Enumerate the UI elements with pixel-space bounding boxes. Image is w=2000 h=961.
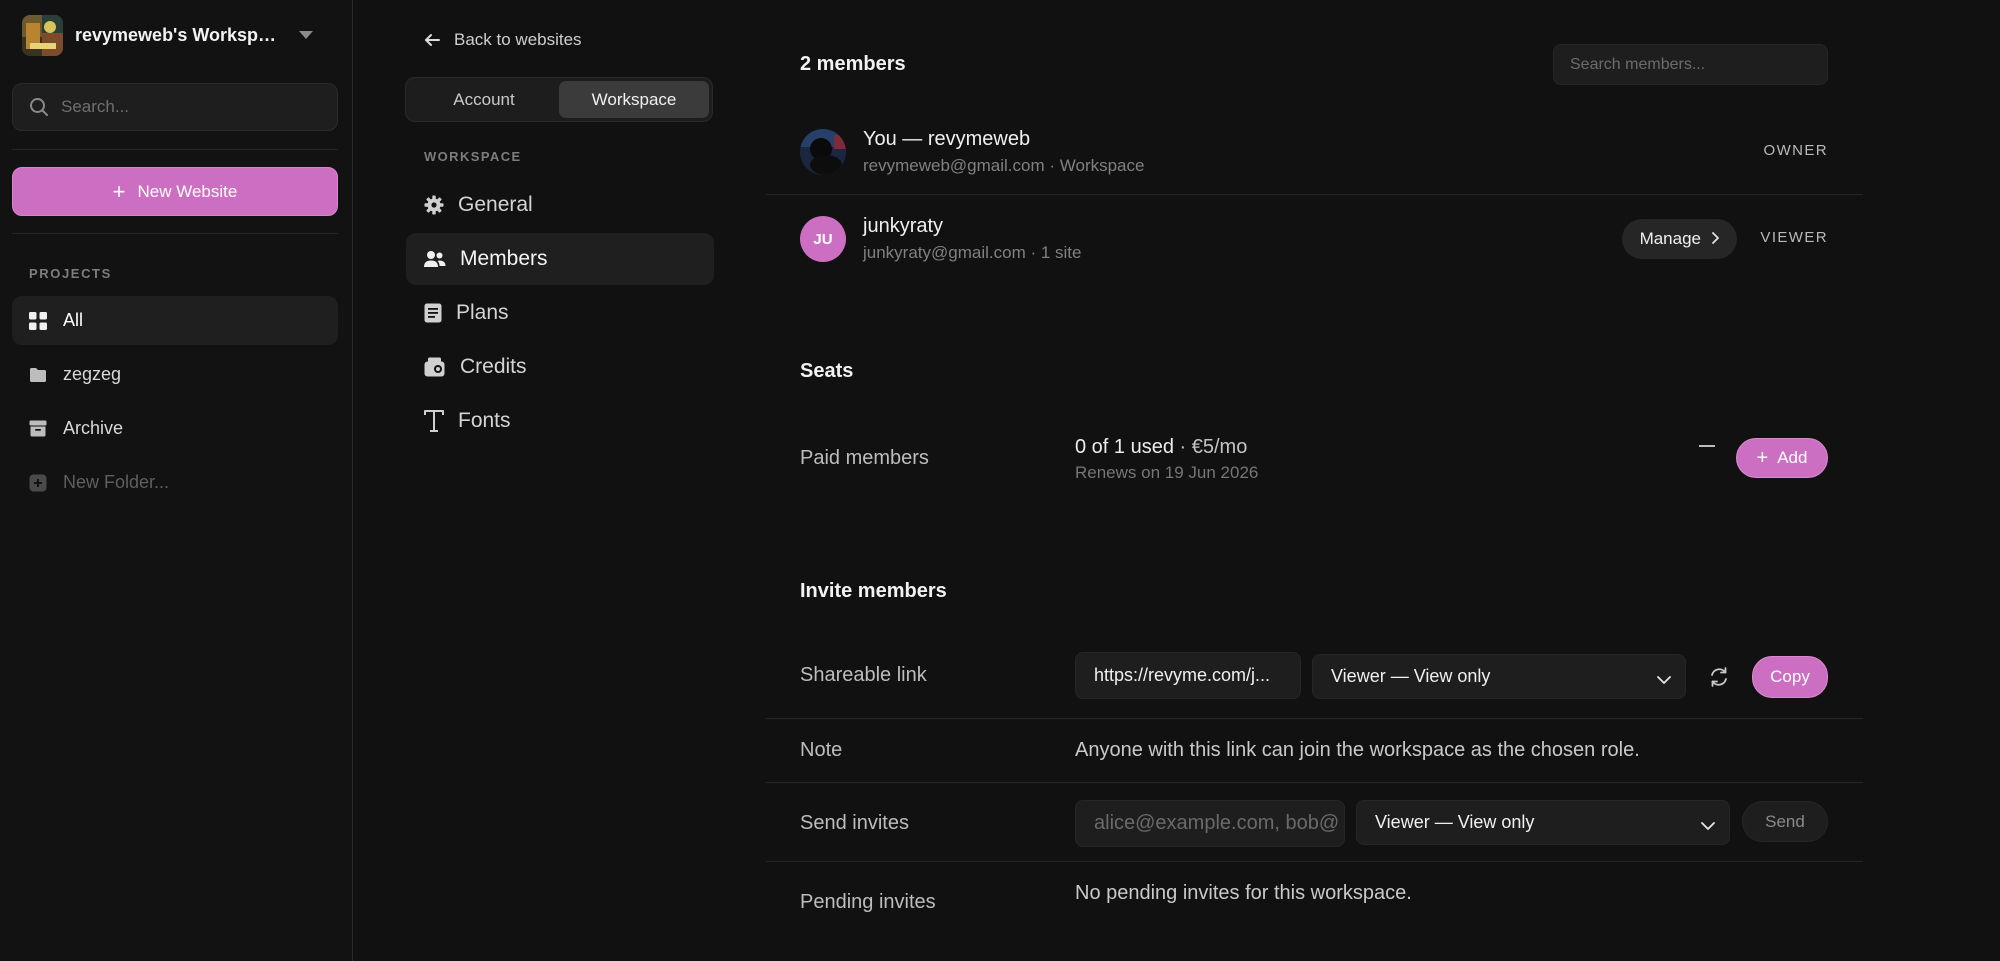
send-invites-label: Send invites: [800, 812, 909, 834]
sidebar-search-input[interactable]: [61, 97, 311, 117]
tab-account[interactable]: Account: [409, 81, 559, 118]
role-badge: VIEWER: [1760, 229, 1828, 246]
settings-item-label: General: [458, 193, 533, 216]
send-invites-button[interactable]: Send: [1742, 801, 1828, 842]
settings-item-credits[interactable]: Credits: [406, 341, 714, 393]
paid-members-label: Paid members: [800, 447, 929, 469]
new-website-label: New Website: [137, 181, 238, 201]
note-label: Note: [800, 739, 843, 761]
member-name: You — revymeweb: [863, 128, 1031, 150]
settings-item-members[interactable]: Members: [406, 233, 714, 285]
manage-label: Manage: [1639, 229, 1701, 248]
workspace-name: revymeweb's Workspac...: [75, 24, 285, 45]
pending-invites-label: Pending invites: [800, 891, 936, 913]
folder-icon: [30, 367, 46, 382]
sidebar-item-label: Archive: [63, 418, 124, 438]
workspace-switcher[interactable]: revymeweb's Workspac...: [22, 14, 332, 56]
divider: [766, 782, 1863, 783]
link-role-select[interactable]: Viewer — View only: [1312, 654, 1686, 699]
add-seat-button[interactable]: + Add: [1736, 438, 1828, 478]
member-email: junkyraty@gmail.com · 1 site: [863, 243, 1082, 262]
seats-usage: 0 of 1 used · €5/mo: [1075, 436, 1247, 459]
sidebar-item-label: zegzeg: [63, 364, 122, 384]
members-count-heading: 2 members: [800, 53, 906, 75]
invite-role-select[interactable]: Viewer — View only: [1356, 800, 1730, 845]
archive-icon: [29, 420, 47, 437]
invite-role-value: Viewer — View only: [1375, 812, 1535, 832]
new-website-button[interactable]: + New Website: [12, 167, 338, 216]
divider: [766, 861, 1863, 862]
shareable-link-label: Shareable link: [800, 664, 927, 686]
settings-item-plans[interactable]: Plans: [406, 287, 714, 339]
invite-emails-input[interactable]: [1075, 800, 1345, 847]
sidebar-item-label: All: [63, 310, 84, 330]
regenerate-link-button[interactable]: [1708, 666, 1730, 688]
remove-seat-button[interactable]: [1699, 445, 1715, 447]
seats-renewal: Renews on 19 Jun 2026: [1075, 463, 1259, 482]
plus-icon: +: [112, 178, 126, 204]
member-name: junkyraty: [863, 215, 944, 237]
divider: [12, 233, 338, 234]
back-link-label: Back to websites: [454, 30, 582, 49]
plus-icon: +: [1756, 447, 1769, 469]
settings-item-label: Fonts: [458, 409, 511, 432]
member-email: revymeweb@gmail.com · Workspace: [863, 156, 1145, 175]
avatar: [800, 129, 846, 175]
divider: [766, 718, 1863, 719]
add-seat-label: Add: [1777, 448, 1808, 467]
add-folder-icon: [29, 474, 47, 491]
note-text: Anyone with this link can join the works…: [1075, 739, 1640, 761]
member-search-input[interactable]: [1553, 44, 1828, 85]
search-icon: [30, 98, 48, 116]
member-row: You — revymeweb revymeweb@gmail.com · Wo…: [800, 128, 1828, 176]
wallet-icon: [424, 357, 445, 377]
back-to-websites-link[interactable]: Back to websites: [424, 30, 582, 50]
divider: [12, 149, 338, 150]
settings-item-label: Plans: [456, 301, 509, 324]
new-folder-button[interactable]: New Folder...: [12, 458, 338, 507]
workspace-avatar: [22, 14, 63, 56]
type-icon: [424, 410, 444, 432]
seats-heading: Seats: [800, 360, 854, 382]
chevron-down-icon: [1657, 669, 1671, 690]
settings-item-label: Members: [460, 247, 548, 270]
settings-item-general[interactable]: General: [406, 179, 714, 231]
document-icon: [424, 303, 442, 323]
settings-item-label: Credits: [460, 355, 527, 378]
settings-item-fonts[interactable]: Fonts: [406, 395, 714, 447]
role-badge: OWNER: [1763, 142, 1828, 159]
chevron-right-icon: [1711, 231, 1719, 247]
sidebar-item-zegzeg[interactable]: zegzeg: [12, 350, 338, 399]
gear-icon: [424, 195, 444, 215]
manage-member-button[interactable]: Manage: [1621, 219, 1737, 259]
member-row: JU junkyraty junkyraty@gmail.com · 1 sit…: [800, 215, 1828, 263]
link-role-value: Viewer — View only: [1331, 666, 1491, 686]
projects-label: PROJECTS: [29, 266, 112, 281]
grid-icon: [29, 311, 47, 330]
seats-used: 0 of 1 used: [1075, 436, 1174, 458]
avatar: JU: [800, 216, 846, 262]
workspace-section-label: WORKSPACE: [424, 149, 522, 164]
arrow-left-icon: [425, 34, 440, 46]
seats-price: · €5/mo: [1179, 436, 1248, 458]
copy-link-button[interactable]: Copy: [1752, 656, 1828, 698]
chevron-down-icon: [1701, 815, 1715, 836]
divider: [766, 194, 1863, 195]
settings-scope-toggle: Account Workspace: [405, 77, 713, 122]
sidebar-item-label: New Folder...: [63, 472, 170, 492]
pending-invites-empty: No pending invites for this workspace.: [1075, 882, 1412, 904]
sidebar-item-all[interactable]: All: [12, 296, 338, 345]
invite-heading: Invite members: [800, 580, 947, 602]
tab-workspace[interactable]: Workspace: [559, 81, 709, 118]
sidebar-item-archive[interactable]: Archive: [12, 404, 338, 453]
refresh-icon: [1711, 667, 1727, 687]
caret-down-icon[interactable]: [299, 31, 313, 39]
shareable-link-field[interactable]: [1075, 652, 1301, 699]
sidebar-search[interactable]: [12, 83, 338, 131]
sidebar: revymeweb's Workspac... + New Website PR…: [0, 0, 353, 961]
users-icon: [424, 251, 446, 267]
